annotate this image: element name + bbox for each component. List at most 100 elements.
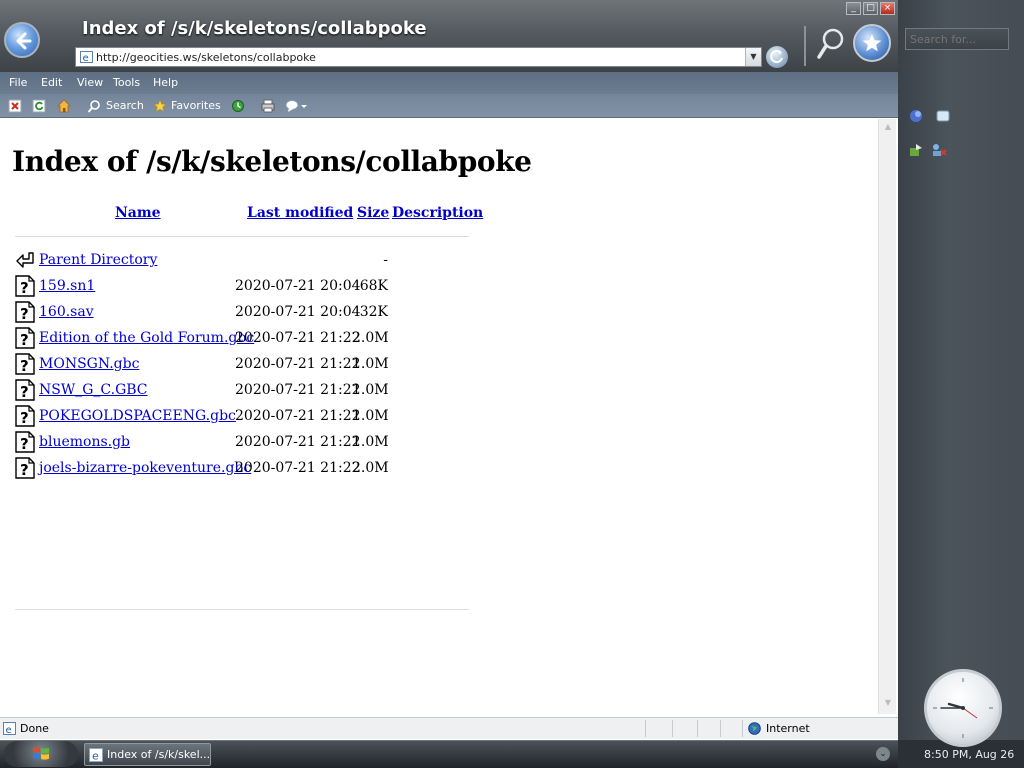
svg-text:e: e xyxy=(6,725,12,735)
favorites-label[interactable]: Favorites xyxy=(171,99,221,112)
refresh-icon xyxy=(770,50,783,63)
file-row: ? NSW_G_C.GBC 2020-07-21 21:22 1.0M xyxy=(12,379,472,405)
parent-directory-link[interactable]: Parent Directory xyxy=(39,252,157,268)
refresh-page-icon[interactable] xyxy=(32,99,46,113)
column-header-size[interactable]: Size xyxy=(357,205,389,221)
page-content: Index of /s/k/skeletons/collabpoke Name … xyxy=(0,119,878,714)
file-size: 2.0M xyxy=(352,460,389,476)
file-row: ? POKEGOLDSPACEENG.gbc 2020-07-21 21:22 1.0… xyxy=(12,405,472,431)
file-modified: 2020-07-21 21:22 xyxy=(235,434,361,450)
page-title: Index of /s/k/skeletons/collabpoke xyxy=(12,145,532,178)
unknown-file-icon: ? xyxy=(15,379,35,401)
menu-help[interactable]: Help xyxy=(153,76,178,89)
parent-directory-row: Parent Directory - xyxy=(12,249,472,275)
status-separator xyxy=(672,720,673,737)
home-icon[interactable] xyxy=(57,99,71,113)
address-input[interactable] xyxy=(96,49,736,65)
print-icon[interactable] xyxy=(261,99,275,113)
file-size: 1.0M xyxy=(352,434,389,450)
gadget-icon[interactable] xyxy=(935,108,951,124)
unknown-file-icon: ? xyxy=(15,275,35,297)
search-icon[interactable] xyxy=(87,99,101,113)
file-link[interactable]: MONSGN.gbc xyxy=(39,356,139,372)
taskbar-ie-window-button[interactable]: e Index of /s/k/skel... xyxy=(84,743,211,766)
title-bar: Index of /s/k/skeletons/collabpoke _ □ ×… xyxy=(0,0,898,72)
favorites-center-button[interactable] xyxy=(853,24,891,62)
column-header-description[interactable]: Description xyxy=(392,205,483,221)
tray-chevron-icon[interactable]: ⌄ xyxy=(876,747,890,761)
file-modified: 2020-07-21 20:04 xyxy=(235,304,361,320)
menu-bar: File Edit View Tools Help xyxy=(0,72,898,94)
clock-face-icon xyxy=(933,678,993,738)
ie-page-icon: e xyxy=(80,51,93,63)
svg-text:?: ? xyxy=(20,409,29,427)
file-row: ? 159.sn1 2020-07-21 20:04 68K xyxy=(12,275,472,301)
maximize-button[interactable]: □ xyxy=(863,2,878,15)
discuss-icon[interactable] xyxy=(285,99,309,113)
svg-text:?: ? xyxy=(20,383,29,401)
stop-icon[interactable] xyxy=(8,99,22,113)
file-modified: 2020-07-21 21:22 xyxy=(235,356,361,372)
file-row: ? bluemons.gb 2020-07-21 21:22 1.0M xyxy=(12,431,472,457)
column-header-last-modified[interactable]: Last modified xyxy=(247,205,353,221)
file-link[interactable]: POKEGOLDSPACEENG.gbc xyxy=(39,408,236,424)
address-dropdown-button[interactable]: ▼ xyxy=(745,48,761,66)
menu-edit[interactable]: Edit xyxy=(41,76,62,89)
file-link[interactable]: NSW_G_C.GBC xyxy=(39,382,148,398)
svg-text:?: ? xyxy=(20,279,29,297)
file-link[interactable]: 160.sav xyxy=(39,304,94,320)
column-header-name[interactable]: Name xyxy=(115,205,161,221)
status-text: Done xyxy=(20,722,49,735)
minimize-button[interactable]: _ xyxy=(846,2,861,15)
scroll-down-arrow-icon[interactable]: ▼ xyxy=(882,698,894,710)
windows-sidebar xyxy=(898,0,1024,740)
sidebar-search-input[interactable] xyxy=(905,28,1009,50)
internet-globe-icon xyxy=(748,722,761,735)
taskbar-ie-window-label: Index of /s/k/skel... xyxy=(107,748,211,761)
history-icon[interactable] xyxy=(231,99,245,113)
header-divider xyxy=(15,236,469,237)
unknown-file-icon: ? xyxy=(15,353,35,375)
file-size: 1.0M xyxy=(352,356,389,372)
vertical-scrollbar[interactable]: ▲ ▼ xyxy=(878,119,896,714)
file-size: 32K xyxy=(359,304,388,320)
refresh-button[interactable] xyxy=(766,46,788,68)
unknown-file-icon: ? xyxy=(15,301,35,323)
close-button[interactable]: × xyxy=(880,2,895,15)
file-row: ? joels-bizarre-pokeventure.gbc 2020-07-21… xyxy=(12,457,472,483)
status-separator xyxy=(742,720,743,737)
file-modified: 2020-07-21 21:22 xyxy=(235,382,361,398)
magnifier-icon xyxy=(817,28,844,59)
file-link[interactable]: joels-bizarre-pokeventure.gbc xyxy=(39,460,251,476)
search-label[interactable]: Search xyxy=(106,99,144,112)
file-link[interactable]: Edition of the Gold Forum.gbc xyxy=(39,330,254,346)
svg-text:?: ? xyxy=(20,331,29,349)
file-link[interactable]: 159.sn1 xyxy=(39,278,95,294)
titlebar-divider xyxy=(804,26,806,66)
status-separator xyxy=(645,720,646,737)
favorites-star-icon[interactable] xyxy=(153,99,167,113)
menu-file[interactable]: File xyxy=(9,76,27,89)
gadget-icon[interactable] xyxy=(908,142,924,158)
unknown-file-icon: ? xyxy=(15,405,35,427)
gadget-icon[interactable] xyxy=(908,108,924,124)
clock-datetime: 8:50 PM, Aug 26 xyxy=(924,748,1015,761)
file-modified: 2020-07-21 21:22 xyxy=(235,330,361,346)
parent-directory-size: - xyxy=(383,252,388,268)
menu-tools[interactable]: Tools xyxy=(113,76,140,89)
file-link[interactable]: bluemons.gb xyxy=(39,434,130,450)
gadget-icon[interactable] xyxy=(930,142,948,158)
search-button[interactable] xyxy=(814,26,848,62)
star-icon xyxy=(862,34,882,52)
taskbar: e Index of /s/k/skel... ⌄ xyxy=(0,740,898,768)
file-row: ? 160.sav 2020-07-21 20:04 32K xyxy=(12,301,472,327)
status-separator xyxy=(697,720,698,737)
back-button[interactable] xyxy=(4,22,40,58)
security-zone-text: Internet xyxy=(766,722,810,735)
window-title: Index of /s/k/skeletons/collabpoke xyxy=(82,18,427,39)
status-separator xyxy=(720,720,721,737)
start-button[interactable] xyxy=(4,741,78,767)
menu-view[interactable]: View xyxy=(77,76,103,89)
scroll-up-arrow-icon[interactable]: ▲ xyxy=(882,122,894,134)
address-bar[interactable]: e ▼ xyxy=(75,47,762,67)
